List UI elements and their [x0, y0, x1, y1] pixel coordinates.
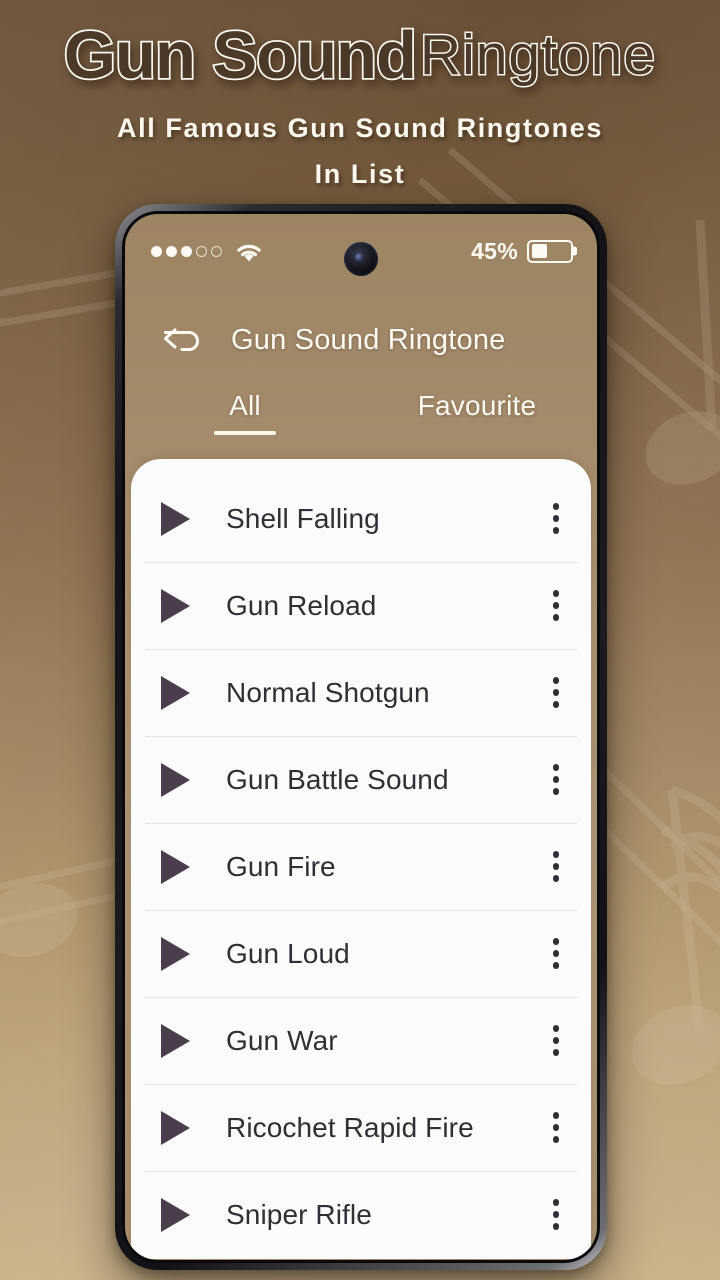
promo-subtitle-line-2: In List	[314, 158, 406, 189]
tab-all-label: All	[229, 389, 261, 421]
promo-banner: Gun SoundRingtone All Famous Gun Sound R…	[0, 0, 720, 1280]
play-icon[interactable]	[161, 1110, 190, 1145]
list-item[interactable]: Ricochet Rapid Fire	[131, 1084, 591, 1171]
signal-dot-5	[211, 245, 222, 257]
tab-favourite-label: Favourite	[417, 389, 537, 421]
phone-bezel: 45% Gun Sound Ringtone All Favourite She…	[122, 211, 600, 1263]
phone-device-frame: 45% Gun Sound Ringtone All Favourite She…	[115, 204, 607, 1270]
front-camera-punch-hole	[344, 242, 378, 276]
status-bar: 45%	[125, 214, 597, 288]
more-vertical-icon[interactable]	[547, 669, 566, 716]
battery-fill	[531, 244, 548, 258]
more-vertical-icon[interactable]	[547, 843, 566, 890]
ringtone-list: Shell Falling Gun Reload Normal Shotgun	[131, 459, 591, 1259]
more-vertical-icon[interactable]	[547, 495, 566, 542]
list-item[interactable]: Gun Battle Sound	[131, 736, 591, 823]
play-icon[interactable]	[161, 588, 190, 623]
tab-all[interactable]: All	[129, 374, 361, 450]
promo-title-bold: Gun Sound	[62, 18, 418, 93]
battery-percent-label: 45%	[471, 237, 518, 264]
signal-dot-2	[166, 245, 177, 257]
list-item-label: Gun Battle Sound	[226, 763, 449, 795]
play-icon[interactable]	[161, 1197, 190, 1232]
list-item-label: Gun Fire	[226, 850, 336, 882]
play-icon[interactable]	[161, 675, 190, 710]
wifi-icon	[237, 244, 261, 261]
list-item-label: Shell Falling	[226, 502, 380, 534]
app-bar: Gun Sound Ringtone	[125, 288, 597, 374]
back-arrow-icon	[164, 328, 199, 351]
tab-bar: All Favourite	[125, 374, 597, 450]
more-vertical-icon[interactable]	[547, 1017, 566, 1064]
list-item[interactable]: Shell Falling	[131, 475, 591, 562]
list-item[interactable]: Gun Fire	[131, 823, 591, 910]
more-vertical-icon[interactable]	[547, 756, 566, 803]
play-icon[interactable]	[161, 849, 190, 884]
tab-inactive-indicator	[446, 431, 508, 435]
promo-subtitle-line-1: All Famous Gun Sound Ringtones	[117, 113, 603, 143]
more-vertical-icon[interactable]	[547, 582, 566, 629]
signal-dot-3	[181, 245, 192, 257]
list-item-label: Normal Shotgun	[226, 676, 430, 708]
promo-heading: Gun SoundRingtone All Famous Gun Sound R…	[0, 20, 720, 198]
more-vertical-icon[interactable]	[547, 930, 566, 977]
play-icon[interactable]	[161, 1023, 190, 1058]
page-title: Gun Sound Ringtone	[231, 323, 506, 356]
promo-title: Gun SoundRingtone	[0, 20, 720, 91]
list-item[interactable]: Normal Shotgun	[131, 649, 591, 736]
list-item-label: Gun War	[226, 1024, 338, 1056]
signal-dot-4	[196, 245, 207, 257]
battery-icon	[527, 239, 573, 263]
tab-active-indicator	[214, 430, 276, 435]
more-vertical-icon[interactable]	[547, 1104, 566, 1151]
play-icon[interactable]	[161, 501, 190, 536]
list-item-label: Gun Reload	[226, 589, 377, 621]
status-bar-right: 45%	[471, 238, 573, 265]
list-item[interactable]: Sniper Rifle	[131, 1171, 591, 1258]
list-item-label: Ricochet Rapid Fire	[226, 1111, 474, 1143]
signal-dots-icon	[151, 245, 222, 257]
more-vertical-icon[interactable]	[547, 1191, 566, 1238]
back-button[interactable]	[161, 318, 205, 362]
list-item-label: Sniper Rifle	[226, 1198, 372, 1230]
list-item[interactable]: Gun War	[131, 997, 591, 1084]
promo-subtitle: All Famous Gun Sound Ringtones In List	[0, 106, 720, 198]
promo-title-light: Ringtone	[418, 23, 657, 87]
list-item[interactable]: Gun Loud	[131, 910, 591, 997]
list-item-label: Gun Loud	[226, 937, 350, 969]
play-icon[interactable]	[161, 762, 190, 797]
play-icon[interactable]	[161, 936, 190, 971]
tab-favourite[interactable]: Favourite	[361, 374, 593, 450]
list-item[interactable]: Gun Reload	[131, 562, 591, 649]
phone-screen: 45% Gun Sound Ringtone All Favourite She…	[125, 214, 597, 1260]
signal-dot-1	[151, 245, 162, 257]
